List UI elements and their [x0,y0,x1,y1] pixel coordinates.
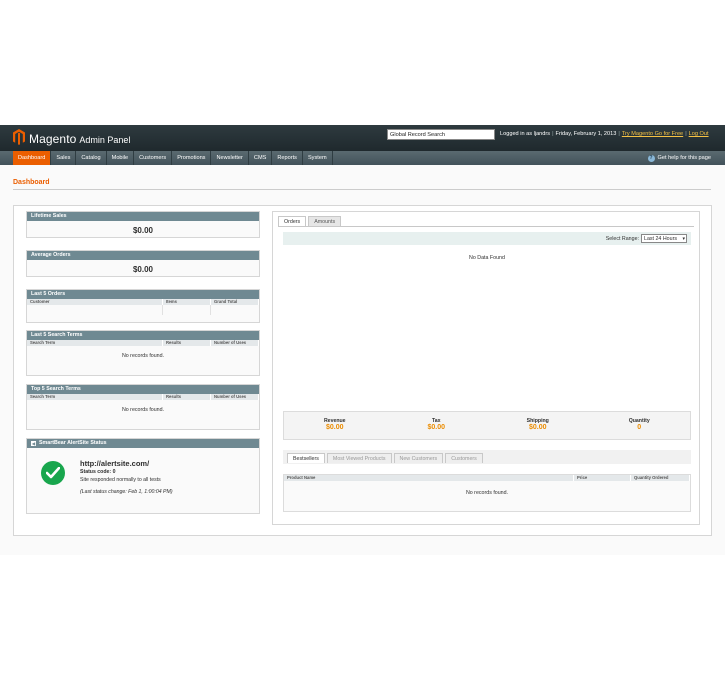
range-label: Select Range: [605,236,639,242]
date-text: Friday, February 1, 2013 [555,131,617,137]
nav-promotions[interactable]: Promotions [172,151,212,165]
chart-area: Select Range: Last 24 Hours No Data Foun… [283,232,691,404]
top-search-box: Top 5 Search Terms Search Term Results N… [26,384,260,430]
title-divider [13,189,711,190]
help-text: Get help for this page [657,155,712,161]
col-uses: Number of Uses [211,394,259,400]
bestsellers-empty: No records found. [465,490,509,496]
page-title: Dashboard [13,179,50,186]
average-orders-title: Average Orders [27,251,259,260]
bestsellers-header: Product Name Price Quantity Ordered [284,475,690,481]
total-label: Revenue [323,418,346,424]
logo-text: Magento Admin Panel [29,132,130,146]
col-search-term: Search Term [27,394,163,400]
main-nav: Dashboard Sales Catalog Mobile Customers… [0,151,725,165]
global-search-input[interactable] [387,129,495,140]
bottom-tabs: Bestsellers Most Viewed Products New Cus… [287,453,485,463]
last-search-header: Search Term Results Number of Uses [27,340,259,346]
alertsite-last-change: (Last status change: Feb 1, 1:00:04 PM) [80,489,173,495]
nav-catalog[interactable]: Catalog [76,151,107,165]
tab-new-customers[interactable]: New Customers [393,453,444,463]
tab-customers[interactable]: Customers [445,453,483,463]
total-revenue: Revenue $0.00 [284,412,386,439]
status-code-value: 0 [112,469,116,475]
total-label: Quantity [628,418,650,424]
tab-orders[interactable]: Orders [278,216,307,226]
header-bar: MagentoAdmin Panel Logged in as ljandrs|… [0,125,725,151]
tab-bestsellers[interactable]: Bestsellers [287,453,325,463]
total-value: $0.00 [528,424,547,431]
nav-customers[interactable]: Customers [134,151,173,165]
dashboard-content: Lifetime Sales $0.00 Average Orders $0.0… [13,205,712,536]
help-link[interactable]: ? Get help for this page [647,151,712,165]
total-value: $0.00 [427,424,446,431]
last-orders-box: Last 5 Orders Customer Items Grand Total [26,289,260,323]
col-uses: Number of Uses [211,340,259,346]
top-search-title: Top 5 Search Terms [27,385,259,394]
nav-mobile[interactable]: Mobile [107,151,135,165]
average-orders-value: $0.00 [132,265,154,274]
top-search-empty: No records found. [121,407,165,413]
last-search-empty: No records found. [121,353,165,359]
last-search-title: Last 5 Search Terms [27,331,259,340]
lifetime-sales-box: Lifetime Sales $0.00 [26,211,260,238]
total-value: $0.00 [325,424,344,431]
col-price: Price [574,475,631,481]
alertsite-box: ◀ SmartBear AlertSite Status http://aler… [26,438,260,514]
logo-name: Magento [29,132,77,146]
check-icon [41,461,65,485]
nav-system[interactable]: System [303,151,333,165]
total-label: Shipping [526,418,549,424]
logo-subtitle: Admin Panel [79,135,131,145]
alertsite-title: SmartBear AlertSite Status [39,440,107,446]
alertsite-status: Status code: 0 [80,469,115,475]
collapse-icon[interactable]: ◀ [31,441,36,446]
total-tax: Tax $0.00 [386,412,488,439]
nav-reports[interactable]: Reports [272,151,303,165]
alertsite-header: ◀ SmartBear AlertSite Status [27,439,259,448]
bottom-tabs-section: Bestsellers Most Viewed Products New Cus… [283,450,691,512]
lifetime-sales-value: $0.00 [132,226,154,235]
help-icon: ? [647,154,655,162]
col-results: Results [163,340,211,346]
col-results: Results [163,394,211,400]
tab-most-viewed[interactable]: Most Viewed Products [326,453,392,463]
logout-link[interactable]: Log Out [689,131,709,137]
header-links: Logged in as ljandrs | Friday, February 1,… [500,131,709,137]
alertsite-url[interactable]: http://alertsite.com/ [80,459,149,468]
chart-tabs: Orders Amounts [278,216,343,226]
col-product-name: Product Name [284,475,574,481]
chart-panel: Orders Amounts Select Range: Last 24 Hou… [272,211,700,525]
total-value: 0 [637,424,642,431]
table-row [27,305,259,315]
lifetime-sales-title: Lifetime Sales [27,212,259,221]
total-label: Tax [431,418,441,424]
status-code-label: Status code: [80,469,112,475]
admin-window: MagentoAdmin Panel Logged in as ljandrs|… [0,125,725,555]
last-orders-title: Last 5 Orders [27,290,259,299]
totals-bar: Revenue $0.00 Tax $0.00 Shipping $0.00 Q… [283,411,691,440]
total-quantity: Quantity 0 [589,412,691,439]
top-search-header: Search Term Results Number of Uses [27,394,259,400]
nav-dashboard[interactable]: Dashboard [13,151,52,165]
range-select[interactable]: Last 24 Hours [641,234,687,243]
nav-cms[interactable]: CMS [249,151,273,165]
magento-logo-icon [13,129,25,145]
range-bar: Select Range: Last 24 Hours [283,232,691,245]
nav-sales[interactable]: Sales [51,151,77,165]
bestsellers-grid: Product Name Price Quantity Ordered No r… [283,474,691,512]
nav-newsletter[interactable]: Newsletter [211,151,249,165]
no-data-text: No Data Found [469,255,505,261]
average-orders-box: Average Orders $0.00 [26,250,260,277]
logged-in-text: Logged in as ljandrs [500,131,551,137]
col-quantity-ordered: Quantity Ordered [631,475,690,481]
last-search-box: Last 5 Search Terms Search Term Results … [26,330,260,376]
col-search-term: Search Term [27,340,163,346]
alertsite-message: Site responded normally to all tests [80,477,161,483]
total-shipping: Shipping $0.00 [487,412,589,439]
tab-amounts[interactable]: Amounts [308,216,342,226]
try-magento-link[interactable]: Try Magento Go for Free [622,131,683,137]
